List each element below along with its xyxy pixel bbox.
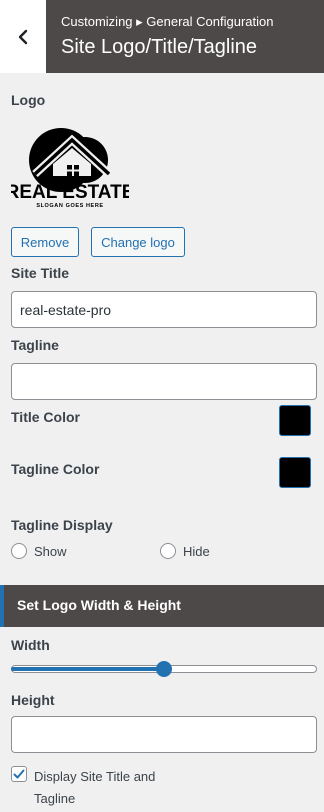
back-button[interactable] bbox=[0, 0, 46, 73]
radio-show[interactable] bbox=[11, 543, 27, 559]
radio-hide-label: Hide bbox=[183, 544, 210, 559]
logo-image: REAL ESTATE SLOGAN GOES HERE bbox=[11, 128, 129, 209]
section-title: Set Logo Width & Height bbox=[17, 597, 181, 613]
chevron-left-icon bbox=[18, 29, 28, 44]
change-logo-button[interactable]: Change logo bbox=[91, 227, 185, 257]
site-title-input[interactable] bbox=[11, 291, 317, 328]
tagline-input[interactable] bbox=[11, 363, 317, 400]
logo-slogan: SLOGAN GOES HERE bbox=[36, 203, 103, 209]
remove-logo-button[interactable]: Remove bbox=[11, 227, 79, 257]
logo-size-section-header[interactable]: Set Logo Width & Height bbox=[0, 585, 324, 627]
title-color-label: Title Color bbox=[11, 409, 80, 425]
width-slider[interactable] bbox=[11, 661, 317, 677]
display-title-label: Display Site Title and Tagline bbox=[34, 769, 156, 806]
breadcrumb: Customizing ▸ General Configuration bbox=[61, 14, 274, 29]
height-input[interactable] bbox=[11, 716, 317, 753]
site-title-label: Site Title bbox=[11, 265, 70, 281]
tagline-color-label: Tagline Color bbox=[11, 461, 100, 477]
slider-thumb[interactable] bbox=[156, 661, 172, 677]
radio-hide[interactable] bbox=[160, 543, 176, 559]
tagline-display-label: Tagline Display bbox=[11, 517, 113, 533]
height-label: Height bbox=[11, 692, 55, 708]
customizer-header: Customizing ▸ General Configuration Site… bbox=[0, 0, 324, 73]
panel-title: Site Logo/Title/Tagline bbox=[61, 36, 258, 58]
display-title-checkbox[interactable] bbox=[11, 766, 27, 782]
slider-fill bbox=[11, 667, 164, 671]
tagline-color-swatch[interactable] bbox=[279, 457, 311, 488]
radio-show-label: Show bbox=[34, 544, 67, 559]
logo-wordmark: REAL ESTATE bbox=[11, 182, 129, 203]
logo-label: Logo bbox=[11, 92, 46, 108]
tagline-label: Tagline bbox=[11, 337, 59, 353]
title-color-swatch[interactable] bbox=[279, 405, 311, 436]
checkmark-icon bbox=[13, 769, 25, 779]
width-label: Width bbox=[11, 637, 50, 653]
